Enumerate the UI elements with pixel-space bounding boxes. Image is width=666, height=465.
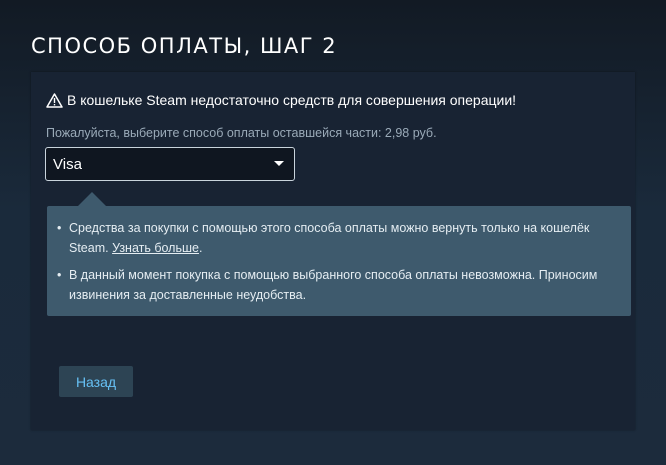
payment-method-value: Visa (53, 156, 82, 173)
bullet-icon: • (57, 268, 62, 282)
learn-more-link[interactable]: Узнать больше (112, 241, 199, 255)
insufficient-funds-warning: В кошельке Steam недостаточно средств дл… (46, 92, 516, 108)
payment-info-tooltip: • Средства за покупки с помощью этого сп… (47, 192, 631, 316)
list-item: • В данный момент покупка с помощью выбр… (55, 265, 617, 305)
warning-text: В кошельке Steam недостаточно средств дл… (67, 92, 517, 108)
warning-triangle-icon (46, 92, 63, 108)
page-title: СПОСОБ ОПЛАТЫ, ШАГ 2 (31, 34, 338, 58)
payment-instruction: Пожалуйста, выберите способ оплаты остав… (46, 126, 437, 140)
refund-notice-suffix: . (198, 241, 203, 255)
payment-info-list: • Средства за покупки с помощью этого сп… (55, 218, 617, 305)
bullet-icon: • (57, 221, 62, 235)
unavailable-notice-text: В данный момент покупка с помощью выбран… (69, 268, 598, 302)
payment-method-select[interactable]: Visa (45, 147, 295, 181)
back-button[interactable]: Назад (59, 366, 133, 397)
chevron-down-icon (274, 161, 284, 166)
payment-panel: В кошельке Steam недостаточно средств дл… (31, 72, 635, 430)
list-item: • Средства за покупки с помощью этого сп… (55, 218, 617, 258)
